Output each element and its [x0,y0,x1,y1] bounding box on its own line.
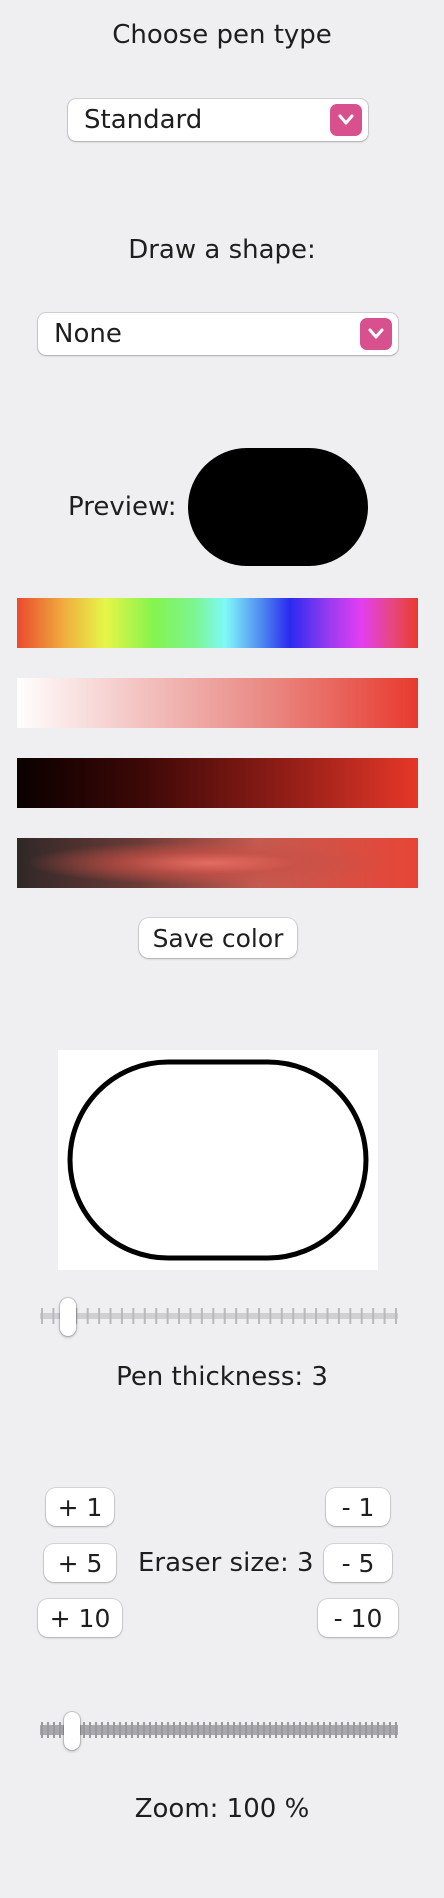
chevron-down-icon [360,318,392,350]
zoom-label: Zoom: 100 % [134,1794,310,1824]
eraser-size-label: Eraser size: 3 [138,1548,314,1578]
shape-title: Draw a shape: [128,235,316,265]
brightness-bar[interactable] [17,758,418,808]
eraser-plus-1-button[interactable]: + 1 [46,1488,114,1526]
preview-swatch [188,448,368,566]
zoom-ticks [40,1722,398,1738]
eraser-minus-1-button[interactable]: - 1 [326,1488,390,1526]
pen-thickness-knob[interactable] [60,1298,76,1336]
pen-thickness-slider[interactable] [38,1298,400,1336]
eraser-minus-5-button[interactable]: - 5 [324,1544,392,1582]
eraser-plus-5-button[interactable]: + 5 [44,1544,116,1582]
eraser-plus-10-button[interactable]: + 10 [38,1599,122,1637]
zoom-knob[interactable] [64,1712,80,1750]
preview-label: Preview: [68,492,177,522]
pen-thickness-ticks [40,1308,398,1324]
chevron-down-icon [330,104,362,136]
hue-bar[interactable] [17,598,418,648]
pen-stroke-preview [67,1059,369,1261]
pen-type-value: Standard [84,105,203,135]
pen-thickness-label: Pen thickness: 3 [116,1362,328,1392]
opacity-bar[interactable] [17,838,418,888]
saturation-bar[interactable] [17,678,418,728]
save-color-button[interactable]: Save color [139,918,297,958]
pen-preview-canvas [58,1050,378,1270]
pen-type-select[interactable]: Standard [68,99,368,141]
pen-type-title: Choose pen type [112,20,332,50]
eraser-minus-10-button[interactable]: - 10 [318,1599,398,1637]
shape-select[interactable]: None [38,313,398,355]
zoom-slider[interactable] [38,1712,400,1750]
shape-value: None [54,319,122,349]
